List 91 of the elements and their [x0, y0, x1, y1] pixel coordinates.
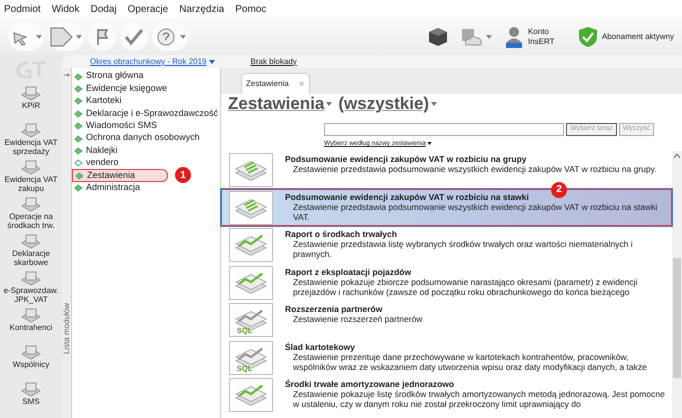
report-list-icon — [229, 153, 273, 187]
module-item[interactable]: Naklejki — [72, 144, 218, 157]
report-title: Raport o środkach trwałych — [285, 229, 398, 239]
module-icon — [20, 381, 42, 397]
menu-item[interactable]: Widok — [52, 2, 80, 16]
module-item[interactable]: Ochrona danych osobowych — [72, 132, 218, 144]
module-shortcut[interactable]: SMS — [0, 381, 62, 418]
report-row[interactable]: Raport z eksploatacji pojazdów Zestawienie pokazuje zbiorcze podsumowanie narastająco okresami (parametr) z ewidencji przejazdów i rachunków (zawsze od początku roku obrachunkowego do końca bieżącego — [221, 264, 672, 301]
panel-title: Lista modułów — [60, 302, 72, 354]
chart-report-icon — [229, 228, 273, 262]
scrollbar[interactable] — [672, 151, 682, 418]
sql-chart-icon: SQL — [229, 303, 273, 337]
category-dropdown[interactable]: Zestawienia — [228, 91, 332, 117]
toolbar-button[interactable] — [48, 22, 84, 50]
module-item[interactable]: Zestawienia — [72, 169, 168, 182]
report-description: Zestawienie rozszerzeń partnerów — [292, 314, 424, 324]
module-icon — [20, 196, 42, 212]
caret-icon — [208, 60, 214, 64]
user-icon — [504, 26, 524, 48]
module-icon — [20, 344, 42, 360]
toolbar-button[interactable] — [120, 22, 148, 50]
account-button[interactable]: Konto InsERT — [504, 26, 568, 48]
caret-icon — [76, 34, 82, 38]
scrollbar-thumb[interactable] — [673, 258, 681, 378]
filter-dropdown[interactable]: (wszystkie) — [338, 91, 438, 117]
report-title: Ślad kartotekowy — [285, 342, 356, 352]
report-tab[interactable]: Zestawienia × — [241, 73, 310, 94]
module-icon — [20, 307, 42, 323]
cloud-button[interactable] — [460, 26, 492, 46]
report-description: Zestawienie prezentuje dane przechowywane w kartotekach kontrahentów, pracowników, wspólników wraz ze wskazaniem daty utworzenia wpisu oraz daty modyfikacji danych, a także — [292, 352, 648, 372]
caret-icon — [36, 34, 42, 38]
report-title: Podsumowanie ewidencji zakupów VAT w rozbiciu na grupy — [285, 154, 528, 164]
report-description: Zestawienie przedstawia listę wybranych środków trwałych oraz wartości niematerialnych i prawnych. — [292, 239, 634, 259]
sql-chart-icon: SQL — [229, 340, 273, 374]
caret-icon — [326, 102, 332, 106]
module-item[interactable]: Wiadomości SMS — [72, 120, 218, 132]
module-icon — [20, 270, 42, 286]
module-icon — [20, 233, 42, 249]
period-link[interactable]: Okres obrachunkowy - Rok 2019 — [90, 56, 214, 68]
menu-item[interactable]: Podmiot — [4, 2, 41, 16]
module-item[interactable]: Kartoteki — [72, 94, 218, 108]
subscription-button[interactable]: Abonament aktywny — [578, 26, 674, 48]
module-shortcut[interactable]: Ewidencja VAT sprzedaży — [0, 122, 62, 159]
report-list-icon — [229, 190, 273, 224]
report-row[interactable]: SQL Rozszerzenia partnerów Zestawienie rozszerzeń partnerów — [221, 301, 672, 338]
search-field[interactable] — [324, 123, 564, 136]
callout-badge: 2 — [551, 182, 567, 198]
module-shortcut[interactable]: Deklaracje skarbowe — [0, 233, 62, 270]
module-item[interactable]: Strona główna — [72, 70, 218, 82]
menu-item[interactable]: Narzędzia — [179, 2, 224, 16]
toolbar-button[interactable] — [88, 22, 116, 50]
caret-icon — [426, 142, 432, 146]
caret-icon — [486, 34, 492, 38]
module-shortcut[interactable]: KPiR — [0, 85, 62, 122]
module-item[interactable]: vendero — [72, 156, 218, 170]
report-title: Rozszerzenia partnerów — [285, 304, 384, 314]
caret-icon — [431, 102, 438, 106]
chart-report-icon — [229, 378, 273, 412]
report-title: Środki trwałe amortyzowane jednorazowo — [285, 379, 456, 389]
cube-icon — [428, 26, 448, 46]
module-item[interactable]: Deklaracje i e-Sprawozdawczość — [72, 107, 218, 120]
scroll-up-icon — [674, 154, 680, 158]
module-shortcut[interactable]: Operacje na środkach trw. — [0, 196, 62, 233]
module-icon — [20, 85, 42, 101]
lock-status-link[interactable]: Brak blokady — [250, 56, 297, 68]
menu-item[interactable]: Operacje — [128, 2, 168, 16]
toolbar-button[interactable] — [152, 22, 188, 50]
module-icon — [20, 159, 42, 175]
menu-item[interactable]: Dodaj — [90, 2, 117, 16]
module-icon — [20, 122, 42, 138]
report-row[interactable]: Raport o środkach trwałych Zestawienie przedstawia listę wybranych środków trwałych oraz wartości niematerialnych i prawnych. — [221, 226, 672, 264]
toolbar-button[interactable] — [8, 22, 44, 50]
module-shortcut[interactable]: Wspólnicy — [0, 344, 62, 381]
module-shortcut[interactable]: e-Sprawozdaw. JPK_VAT — [0, 270, 62, 307]
chart-report-icon — [229, 266, 273, 300]
cloud-icon — [460, 26, 484, 46]
report-description: Zestawienie przedstawia podsumowanie wszystkich ewidencji zakupów VAT w rozbiciu na stawki VAT. — [292, 202, 658, 222]
report-description: Zestawienie pokazuje zbiorcze podsumowanie narastająco okresami (parametr) z ewidencji przejazdów i rachunków (zawsze od początku roku obrachunkowego do końca bieżącego — [293, 276, 638, 296]
menu-item[interactable]: Pomoc — [235, 2, 266, 16]
caret-icon — [180, 34, 186, 38]
report-description: Zestawienie przedstawia podsumowanie wszystkich ewidencji zakupów VAT w rozbiciu na grupy. — [292, 164, 658, 174]
report-title: Podsumowanie ewidencji zakupów VAT w rozbiciu na stawki — [285, 192, 530, 202]
report-description: Zestawienie pokazuje listę środków trwałych amortyzowanych metodą jednorazową. Jest pomocne w ustaleniu, czy w danym roku nie został przekroczony limit uprawniający do — [292, 389, 665, 409]
module-shortcut[interactable]: Kontrahenci — [0, 307, 62, 344]
callout-badge: 1 — [175, 167, 191, 184]
report-title: Raport z eksploatacji pojazdów — [285, 266, 412, 276]
shield-icon — [578, 26, 598, 48]
report-row[interactable]: SQL Ślad kartotekowy Zestawienie prezentuje dane przechowywane w kartotekach kontrahentów, pracowników, wspólników wraz ze wskazaniem daty utworzenia wpisu oraz daty modyfikacji danych, a także — [221, 338, 672, 376]
module-shortcut[interactable]: Ewidencja VAT zakupu — [0, 159, 62, 196]
module-item[interactable]: Ewidencje księgowe — [72, 82, 218, 95]
module-item[interactable]: Administracja — [72, 182, 218, 194]
